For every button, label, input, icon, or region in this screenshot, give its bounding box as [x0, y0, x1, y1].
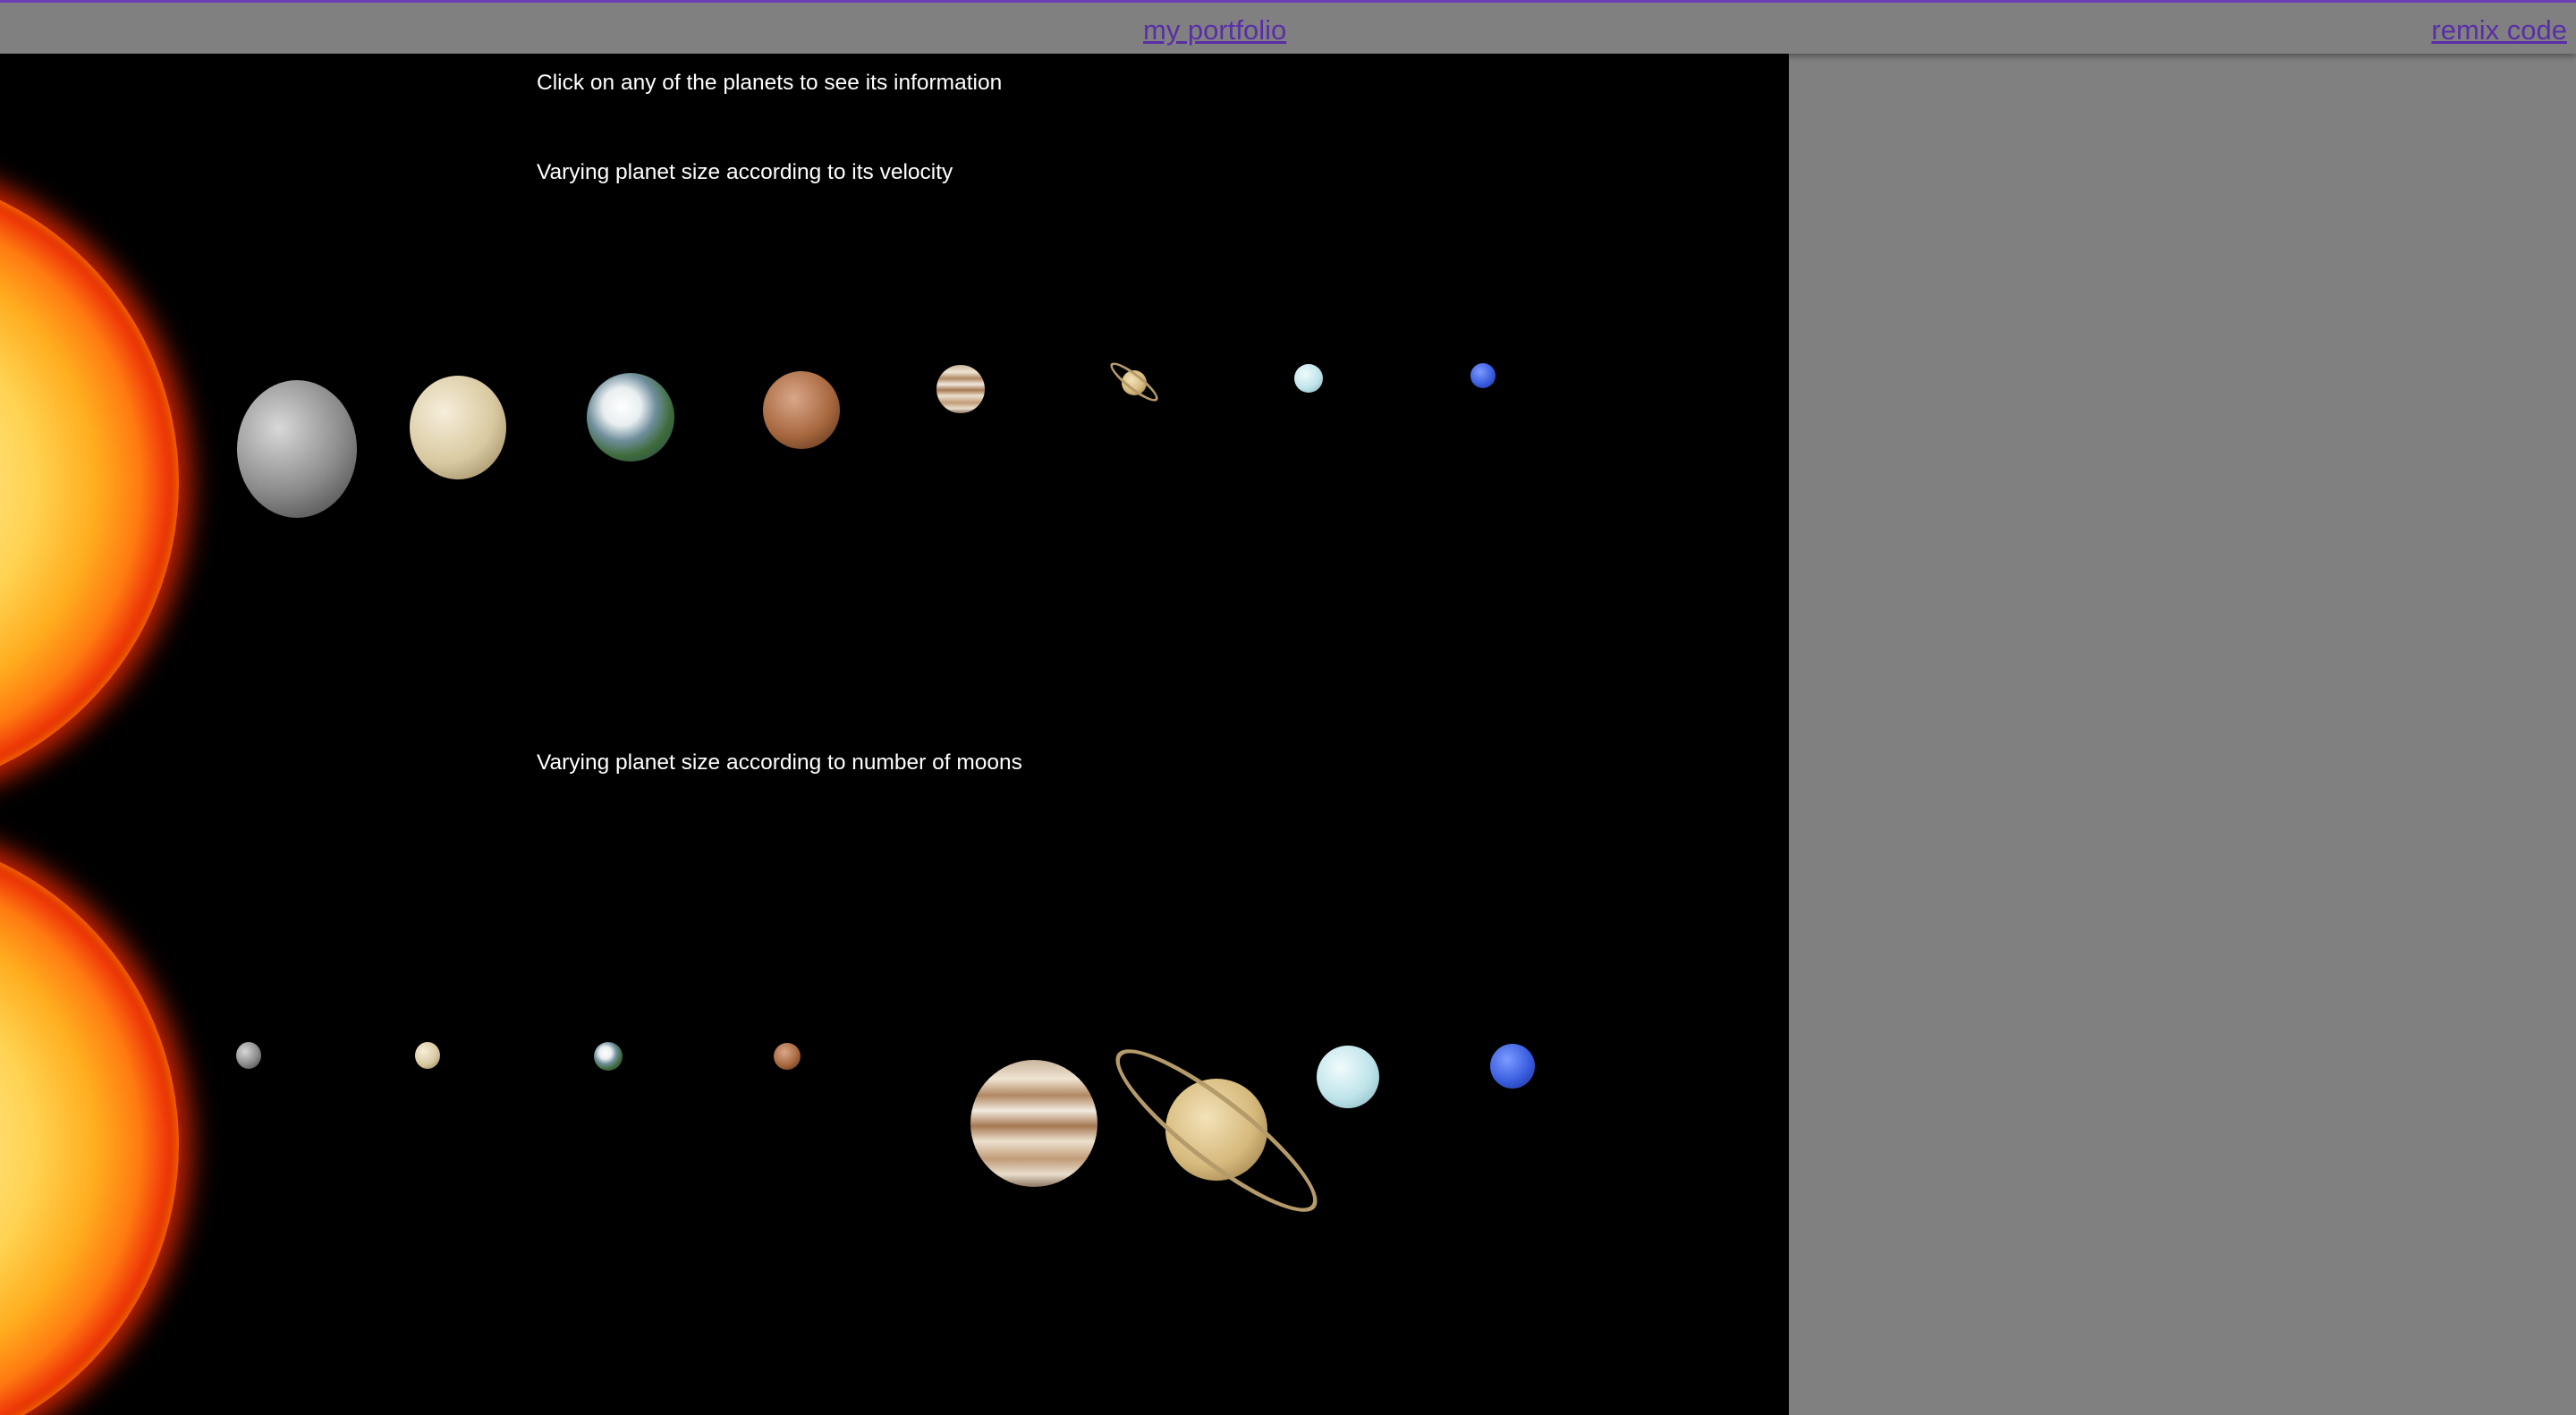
velocity-section-heading: Varying planet size according to its vel… — [537, 160, 953, 184]
venus-moons-planet[interactable] — [415, 1042, 440, 1069]
mars-velocity-planet[interactable] — [763, 371, 840, 449]
earth-moons-planet[interactable] — [594, 1042, 623, 1071]
jupiter-velocity-planet[interactable] — [936, 365, 985, 413]
instruction-text: Click on any of the planets to see its i… — [537, 71, 1003, 95]
solar-system-canvas: Click on any of the planets to see its i… — [0, 54, 1789, 1415]
earth-velocity-planet[interactable] — [587, 373, 674, 462]
sun-bottom — [0, 832, 179, 1415]
jupiter-moons-planet[interactable] — [970, 1060, 1097, 1187]
top-bar: my portfolio remix code — [0, 0, 2576, 54]
neptune-velocity-planet[interactable] — [1470, 363, 1496, 388]
saturn-moons-planet[interactable] — [1165, 1079, 1267, 1181]
mercury-velocity-planet[interactable] — [237, 380, 357, 518]
uranus-moons-planet[interactable] — [1317, 1046, 1379, 1108]
neptune-moons-planet[interactable] — [1490, 1044, 1535, 1089]
saturn-velocity-planet[interactable] — [1122, 370, 1147, 395]
venus-velocity-planet[interactable] — [410, 376, 506, 479]
mars-moons-planet[interactable] — [774, 1043, 801, 1070]
uranus-velocity-planet[interactable] — [1294, 364, 1323, 393]
my-portfolio-link[interactable]: my portfolio — [1143, 14, 1286, 47]
sun-top — [0, 170, 179, 796]
mercury-moons-planet[interactable] — [236, 1042, 261, 1069]
remix-code-link[interactable]: remix code — [2431, 14, 2567, 47]
moons-section-heading: Varying planet size according to number … — [537, 750, 1022, 775]
